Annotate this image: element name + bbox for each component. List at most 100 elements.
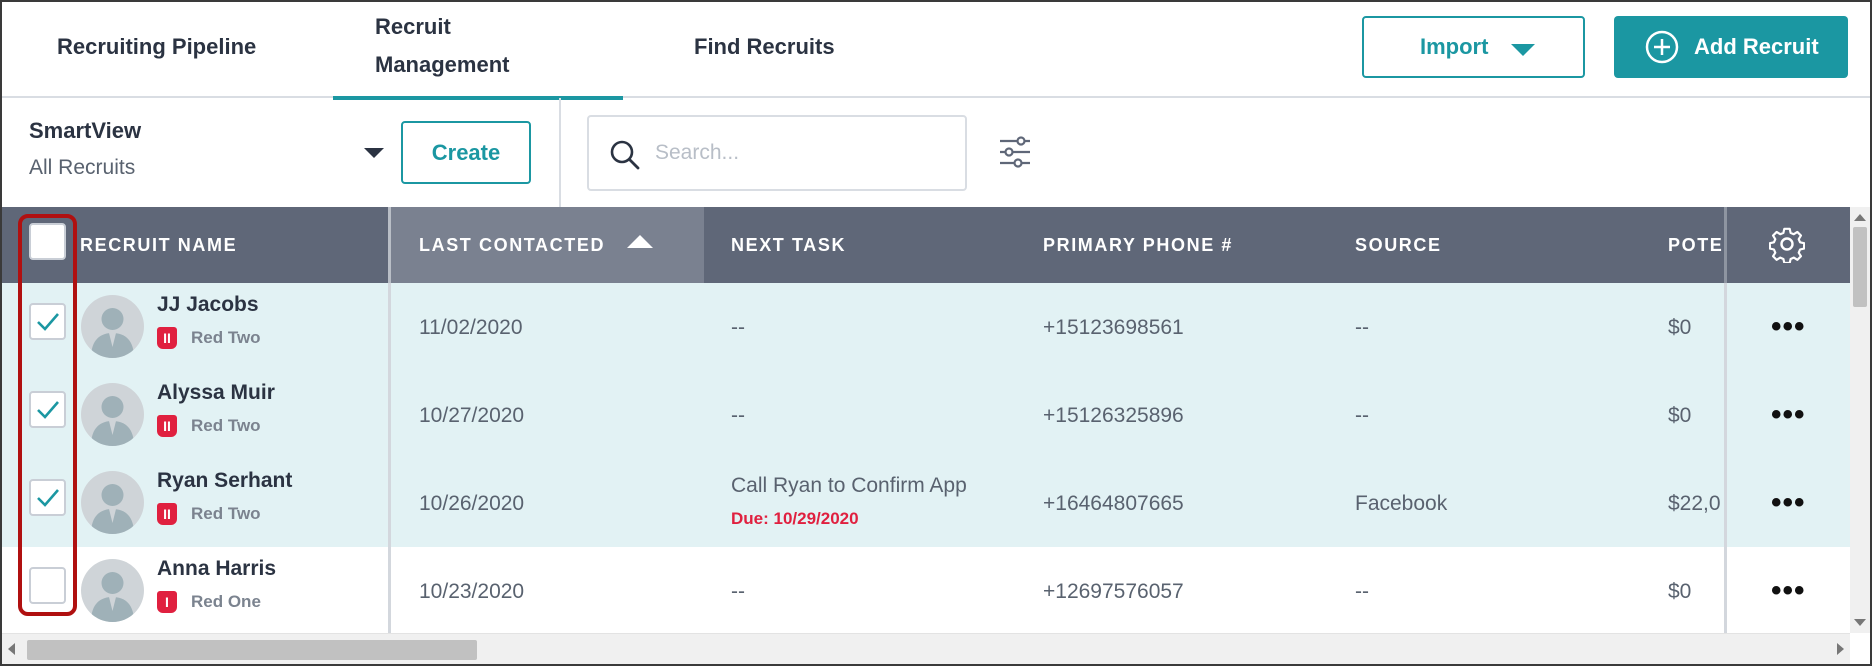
potential: $0 xyxy=(1668,316,1692,339)
toolbar-divider xyxy=(559,98,561,207)
source: -- xyxy=(1355,316,1369,339)
primary-phone[interactable]: +15126325896 xyxy=(1043,404,1184,428)
next-task[interactable]: Call Ryan to Confirm App xyxy=(731,474,967,498)
checkmark-icon xyxy=(37,489,59,507)
more-options-icon[interactable]: ••• xyxy=(1771,488,1806,518)
row-checkbox[interactable] xyxy=(29,391,66,428)
create-button[interactable]: Create xyxy=(401,121,531,184)
recruit-name[interactable]: Anna Harris xyxy=(157,557,276,581)
team-tag: II Red Two xyxy=(157,503,261,525)
table-row[interactable]: JJ Jacobs II Red Two 11/02/2020 -- +1512… xyxy=(2,283,1850,371)
more-options-icon[interactable]: ••• xyxy=(1771,576,1806,606)
more-options-icon[interactable]: ••• xyxy=(1771,400,1806,430)
next-task-due-date: Due: 10/29/2020 xyxy=(731,509,859,528)
avatar xyxy=(81,471,144,534)
team-badge-icon: I xyxy=(157,591,177,613)
chevron-down-icon xyxy=(1511,44,1535,56)
select-all-checkbox[interactable] xyxy=(29,223,66,260)
col-source[interactable]: SOURCE xyxy=(1355,207,1442,283)
last-contacted: 10/26/2020 xyxy=(419,492,525,515)
col-last-contacted[interactable]: LAST CONTACTED xyxy=(391,207,704,283)
team-badge-icon: II xyxy=(157,327,177,349)
recruit-name[interactable]: Ryan Serhant xyxy=(157,469,292,493)
tab-recruit-management-label: Recruit Management xyxy=(375,14,510,77)
scroll-right-icon[interactable] xyxy=(1837,643,1844,655)
scroll-up-icon[interactable] xyxy=(1854,214,1866,221)
col-recruit-name[interactable]: RECRUIT NAME xyxy=(80,207,237,283)
smartview-label: SmartView xyxy=(29,118,142,143)
row-checkbox[interactable] xyxy=(29,479,66,516)
recruit-name[interactable]: JJ Jacobs xyxy=(157,293,259,317)
row-checkbox[interactable] xyxy=(29,567,66,604)
source: Facebook xyxy=(1355,492,1448,515)
team-badge-icon: II xyxy=(157,503,177,525)
more-options-icon[interactable]: ••• xyxy=(1771,312,1806,342)
smartview-value[interactable]: All Recruits xyxy=(29,156,135,180)
tab-recruit-management[interactable]: Recruit Management xyxy=(333,8,623,100)
team-tag: II Red Two xyxy=(157,415,261,437)
vertical-scrollbar[interactable] xyxy=(1850,207,1870,633)
next-task: -- xyxy=(731,404,745,427)
row-checkbox[interactable] xyxy=(29,303,66,340)
scroll-thumb[interactable] xyxy=(27,640,477,660)
primary-phone[interactable]: +12697576057 xyxy=(1043,580,1184,604)
top-nav: Recruiting Pipeline Recruit Management F… xyxy=(2,2,1870,100)
scroll-thumb[interactable] xyxy=(1853,227,1867,307)
column-divider xyxy=(388,283,391,633)
filter-sliders-icon[interactable] xyxy=(998,136,1032,168)
sort-ascending-icon xyxy=(627,235,654,248)
gear-icon[interactable] xyxy=(1769,227,1805,263)
potential: $22,0 xyxy=(1668,492,1721,515)
tab-find-recruits[interactable]: Find Recruits xyxy=(694,28,835,66)
person-placeholder-icon xyxy=(91,572,134,622)
avatar xyxy=(81,559,144,622)
column-divider xyxy=(1724,283,1727,633)
scroll-left-icon[interactable] xyxy=(8,643,15,655)
avatar xyxy=(81,383,144,446)
checkmark-icon xyxy=(37,313,59,331)
source: -- xyxy=(1355,404,1369,427)
tab-recruiting-pipeline[interactable]: Recruiting Pipeline xyxy=(57,28,256,66)
table-row[interactable]: Ryan Serhant II Red Two 10/26/2020 Call … xyxy=(2,459,1850,547)
col-next-task[interactable]: NEXT TASK xyxy=(731,207,846,283)
person-placeholder-icon xyxy=(91,396,134,446)
primary-phone[interactable]: +15123698561 xyxy=(1043,316,1184,340)
source: -- xyxy=(1355,580,1369,603)
horizontal-scrollbar[interactable] xyxy=(2,633,1850,664)
person-placeholder-icon xyxy=(91,308,134,358)
last-contacted: 10/23/2020 xyxy=(419,580,525,603)
checkmark-icon xyxy=(37,401,59,419)
primary-phone[interactable]: +16464807665 xyxy=(1043,492,1184,516)
last-contacted: 10/27/2020 xyxy=(419,404,525,427)
team-name: Red Two xyxy=(191,328,261,347)
recruits-table: RECRUIT NAME LAST CONTACTED NEXT TASK PR… xyxy=(2,207,1850,633)
col-primary-phone[interactable]: PRIMARY PHONE # xyxy=(1043,207,1233,283)
smartview-dropdown-icon[interactable] xyxy=(364,148,384,158)
search-icon xyxy=(610,140,640,170)
potential: $0 xyxy=(1668,404,1692,427)
add-recruit-button[interactable]: Add Recruit xyxy=(1614,16,1848,78)
next-task: -- xyxy=(731,316,745,339)
add-recruit-label: Add Recruit xyxy=(1694,34,1819,59)
import-button[interactable]: Import xyxy=(1362,16,1585,78)
team-badge-icon: II xyxy=(157,415,177,437)
col-potential[interactable]: POTE xyxy=(1668,207,1724,283)
team-name: Red Two xyxy=(191,504,261,523)
table-row[interactable]: Anna Harris I Red One 10/23/2020 -- +126… xyxy=(2,547,1850,633)
import-button-label: Import xyxy=(1420,34,1489,59)
search-input[interactable] xyxy=(655,135,945,171)
col-last-contacted-label: LAST CONTACTED xyxy=(419,235,606,255)
recruit-name[interactable]: Alyssa Muir xyxy=(157,381,275,405)
scroll-down-icon[interactable] xyxy=(1854,619,1866,626)
table-row[interactable]: Alyssa Muir II Red Two 10/27/2020 -- +15… xyxy=(2,371,1850,459)
column-divider xyxy=(1724,207,1727,283)
last-contacted: 11/02/2020 xyxy=(419,316,523,339)
person-placeholder-icon xyxy=(91,484,134,534)
team-tag: II Red Two xyxy=(157,327,261,349)
plus-circle-icon xyxy=(1645,30,1679,64)
avatar xyxy=(81,295,144,358)
team-tag: I Red One xyxy=(157,591,261,613)
team-name: Red One xyxy=(191,592,261,611)
app-window: Recruiting Pipeline Recruit Management F… xyxy=(0,0,1872,666)
search-box[interactable] xyxy=(587,115,967,191)
